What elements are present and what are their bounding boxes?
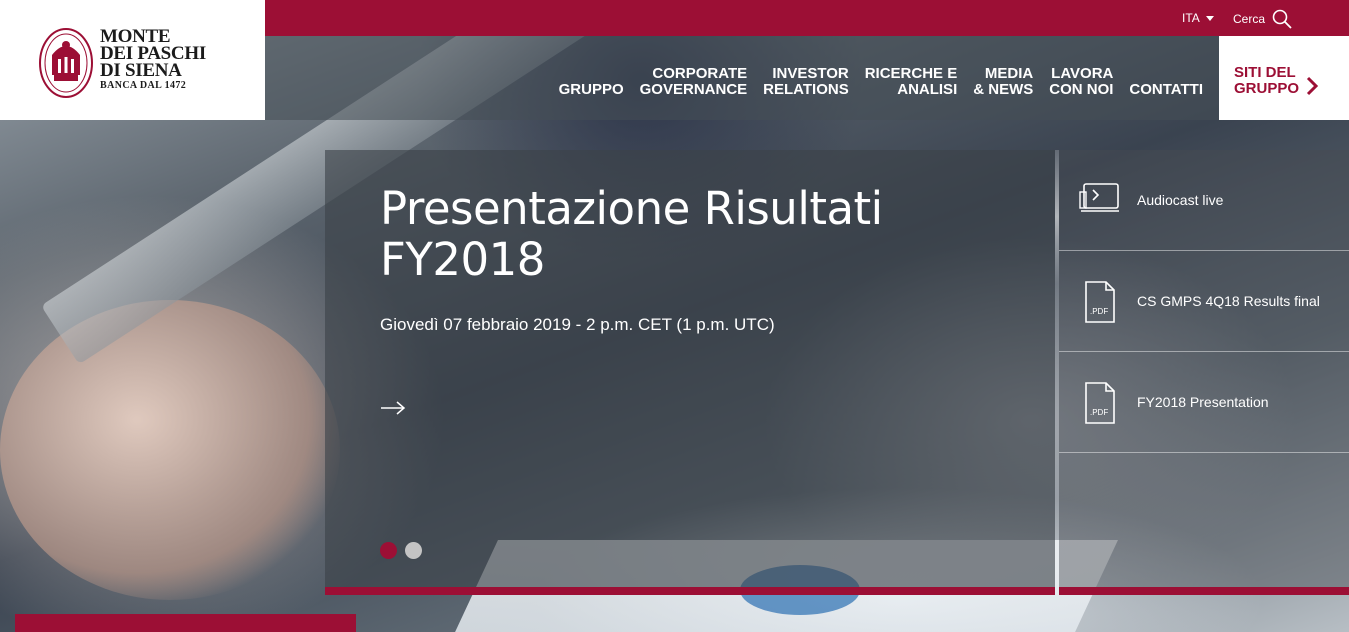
nav-item-corporate-governance[interactable]: CORPORATE GOVERNANCE	[640, 66, 748, 98]
monitor-play-icon	[1079, 183, 1119, 212]
pdf-file-icon: .PDF	[1085, 382, 1115, 424]
siti-del-gruppo-button[interactable]: SITI DEL GRUPPO	[1219, 36, 1349, 120]
carousel-dot-2[interactable]	[405, 542, 422, 559]
side-link-audiocast[interactable]: Audiocast live	[1059, 150, 1349, 251]
siti-del-gruppo-label: SITI DEL GRUPPO	[1234, 64, 1300, 97]
nav-item-ricerche-e-analisi[interactable]: RICERCHE E ANALISI	[865, 66, 958, 98]
side-link-cs-results[interactable]: .PDF CS GMPS 4Q18 Results final	[1059, 251, 1349, 352]
bank-seal-icon	[39, 28, 93, 98]
pdf-badge: .PDF	[1090, 408, 1108, 417]
pdf-file-icon: .PDF	[1085, 281, 1115, 323]
nav-item-investor-relations[interactable]: INVESTOR RELATIONS	[763, 66, 849, 98]
main-navigation: GRUPPO CORPORATE GOVERNANCE INVESTOR REL…	[265, 36, 1219, 120]
side-link-fy2018-presentation[interactable]: .PDF FY2018 Presentation	[1059, 352, 1349, 453]
side-link-label: Audiocast live	[1137, 192, 1224, 208]
caret-down-icon	[1205, 15, 1214, 21]
carousel-pagination	[380, 542, 422, 559]
search-icon	[1272, 9, 1292, 29]
chevron-right-icon	[1306, 76, 1319, 96]
nav-item-lavora-con-noi[interactable]: LAVORA CON NOI	[1049, 66, 1113, 98]
side-links-panel: Audiocast live .PDF CS GMPS 4Q18 Results…	[1059, 150, 1349, 595]
top-utility-bar: ITA Cerca	[265, 0, 1349, 36]
brand-tagline: BANCA DAL 1472	[100, 80, 187, 91]
search-button[interactable]: Cerca	[1233, 8, 1293, 30]
language-label: ITA	[1182, 11, 1200, 25]
side-link-label: CS GMPS 4Q18 Results final	[1137, 293, 1320, 309]
language-selector[interactable]: ITA	[1182, 11, 1214, 25]
hand-shape	[0, 300, 340, 600]
section-accent-bar	[15, 614, 356, 632]
side-link-label: FY2018 Presentation	[1137, 394, 1269, 410]
hero-subtitle: Giovedì 07 febbraio 2019 - 2 p.m. CET (1…	[380, 315, 775, 334]
pdf-badge: .PDF	[1090, 307, 1108, 316]
carousel-dot-1[interactable]	[380, 542, 397, 559]
nav-item-media-news[interactable]: MEDIA & NEWS	[973, 66, 1033, 98]
arrow-right-icon[interactable]	[380, 400, 406, 416]
brand-logo[interactable]: MONTE DEI PASCHI DI SIENA BANCA DAL 1472	[0, 0, 265, 120]
brand-wordmark: MONTE DEI PASCHI DI SIENA BANCA DAL 1472	[100, 27, 206, 93]
nav-item-gruppo[interactable]: GRUPPO	[559, 82, 624, 98]
hero-title: Presentazione Risultati FY2018	[380, 182, 883, 286]
nav-item-contatti[interactable]: CONTATTI	[1129, 82, 1203, 98]
search-label: Cerca	[1233, 12, 1266, 26]
brand-name-line-3: DI SIENA	[100, 60, 182, 81]
hero-carousel-panel: Presentazione Risultati FY2018 Giovedì 0…	[325, 150, 1055, 595]
